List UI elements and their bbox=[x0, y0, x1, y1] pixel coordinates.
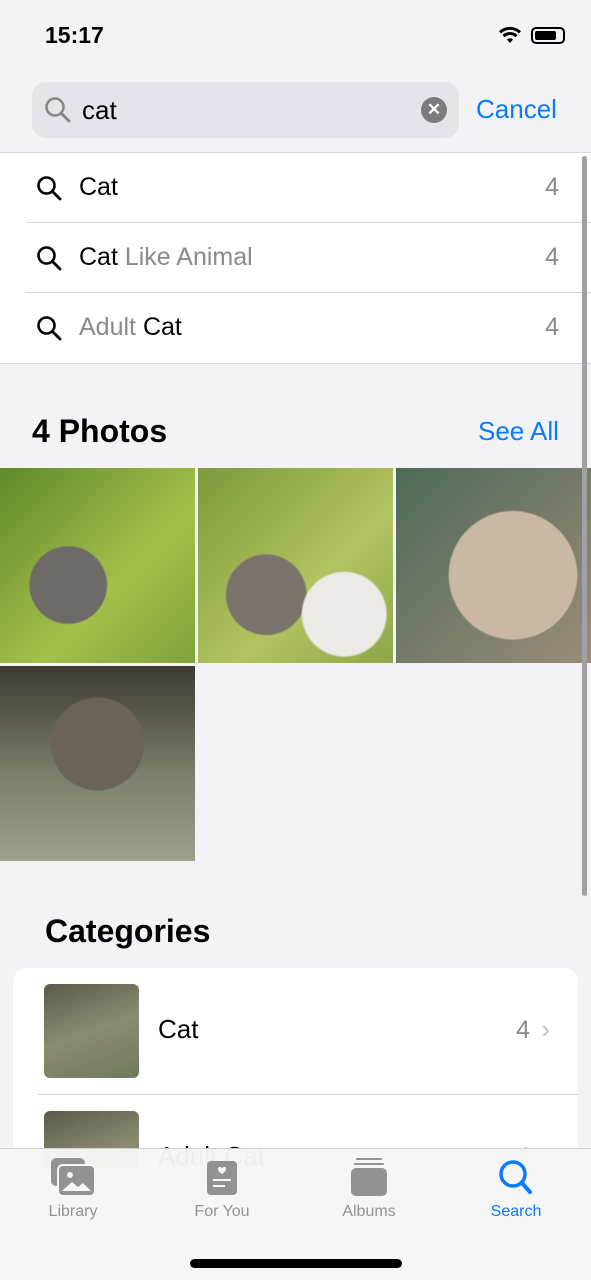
wifi-icon bbox=[499, 26, 521, 43]
albums-icon bbox=[351, 1158, 387, 1196]
for-you-icon bbox=[207, 1161, 237, 1195]
search-icon bbox=[37, 246, 62, 271]
cancel-button[interactable]: Cancel bbox=[476, 94, 557, 125]
photo-thumbnail[interactable] bbox=[396, 468, 591, 663]
category-name: Cat bbox=[158, 1014, 199, 1044]
search-input[interactable]: cat bbox=[82, 95, 117, 126]
category-thumbnail bbox=[44, 984, 139, 1078]
photo-thumbnail[interactable] bbox=[198, 468, 393, 663]
suggestion-count: 4 bbox=[545, 243, 559, 271]
suggestion-cat-like-animal[interactable]: Cat Like Animal 4 bbox=[26, 223, 591, 293]
suggestion-cat[interactable]: Cat 4 bbox=[26, 153, 591, 223]
photo-library-icon bbox=[51, 1158, 96, 1197]
scrollbar[interactable] bbox=[582, 156, 587, 896]
suggestion-count: 4 bbox=[545, 173, 559, 201]
chevron-right-icon: › bbox=[541, 1014, 550, 1044]
status-bar: 15:17 bbox=[0, 0, 591, 70]
search-icon bbox=[45, 97, 71, 123]
photo-thumbnail[interactable] bbox=[0, 666, 195, 861]
suggestion-label: Cat bbox=[79, 173, 118, 201]
search-icon bbox=[37, 176, 62, 201]
home-indicator[interactable] bbox=[190, 1259, 402, 1268]
tab-library[interactable]: Library bbox=[13, 1157, 133, 1221]
tab-for-you[interactable]: For You bbox=[162, 1157, 282, 1221]
tab-albums[interactable]: Albums bbox=[309, 1157, 429, 1221]
search-icon bbox=[37, 316, 62, 341]
status-time: 15:17 bbox=[45, 22, 104, 48]
suggestion-count: 4 bbox=[545, 313, 559, 341]
suggestion-label: Adult Cat bbox=[79, 313, 182, 341]
see-all-button[interactable]: See All bbox=[478, 416, 559, 447]
category-count: 4 bbox=[516, 1016, 530, 1044]
search-icon bbox=[499, 1160, 532, 1194]
photo-thumbnail[interactable] bbox=[0, 468, 195, 663]
suggestion-label: Cat Like Animal bbox=[79, 243, 253, 271]
clear-search-button[interactable]: ✕ bbox=[421, 97, 447, 123]
category-cat[interactable]: Cat 4 › bbox=[13, 968, 578, 1094]
photos-heading: 4 Photos bbox=[32, 413, 168, 449]
tab-search[interactable]: Search bbox=[456, 1157, 576, 1221]
categories-heading: Categories bbox=[45, 913, 211, 949]
suggestion-adult-cat[interactable]: Adult Cat 4 bbox=[26, 293, 591, 363]
battery-icon bbox=[531, 27, 565, 44]
categories-list: Cat 4 › Adult Cat 4 › bbox=[13, 968, 578, 1168]
suggestion-list: Cat 4 Cat Like Animal 4 Adult Cat 4 bbox=[0, 152, 591, 364]
search-field[interactable]: cat ✕ bbox=[32, 82, 459, 138]
